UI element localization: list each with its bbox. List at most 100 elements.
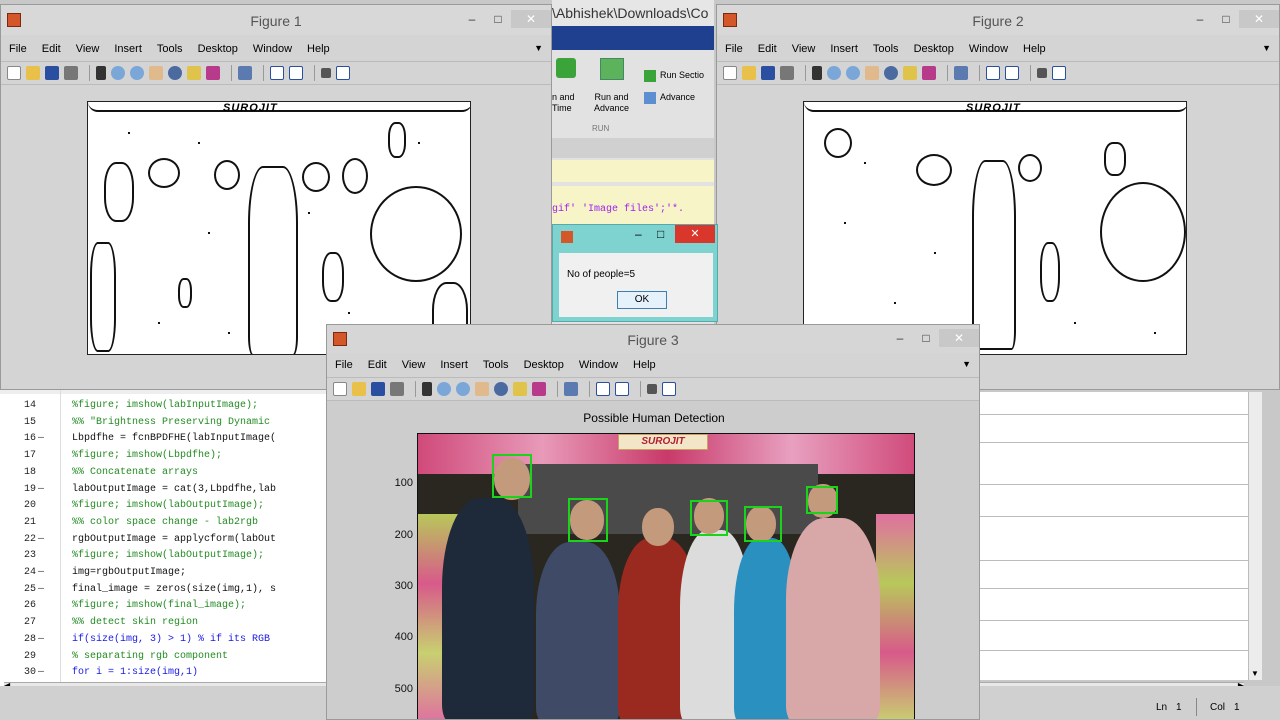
- legend-icon[interactable]: [289, 66, 303, 80]
- show-plot-tools-icon[interactable]: [662, 382, 676, 396]
- code-text[interactable]: Lbpdfhe = fcnBPDFHE(labInputImage(: [72, 433, 276, 444]
- legend-icon[interactable]: [615, 382, 629, 396]
- menu-window[interactable]: Window: [579, 355, 618, 375]
- menu-overflow-icon[interactable]: ▼: [962, 359, 971, 369]
- print-icon[interactable]: [64, 66, 78, 80]
- breakpoint-marker[interactable]: —: [38, 667, 44, 678]
- rotate-icon[interactable]: [494, 382, 508, 396]
- code-line[interactable]: 14 %figure; imshow(labInputImage);: [0, 400, 330, 417]
- close-button[interactable]: ✕: [511, 10, 551, 28]
- scroll-down-icon[interactable]: ▼: [1251, 669, 1259, 678]
- hide-plot-tools-icon[interactable]: [647, 384, 657, 394]
- code-line[interactable]: 27 %% detect skin region: [0, 617, 330, 634]
- menu-edit[interactable]: Edit: [42, 39, 61, 59]
- menu-tools[interactable]: Tools: [873, 39, 899, 59]
- code-text[interactable]: labOutputImage = cat(3,Lbpdfhe,lab: [72, 484, 276, 495]
- maximize-button[interactable]: □: [1213, 10, 1239, 28]
- open-icon[interactable]: [352, 382, 366, 396]
- menu-overflow-icon[interactable]: ▼: [534, 43, 543, 53]
- run-and-advance-label[interactable]: Run and Advance: [594, 92, 629, 114]
- menu-tools[interactable]: Tools: [483, 355, 509, 375]
- show-plot-tools-icon[interactable]: [1052, 66, 1066, 80]
- rotate-icon[interactable]: [168, 66, 182, 80]
- code-line[interactable]: 24— img=rgbOutputImage;: [0, 567, 330, 584]
- link-icon[interactable]: [564, 382, 578, 396]
- menu-view[interactable]: View: [402, 355, 426, 375]
- breakpoint-marker[interactable]: —: [38, 534, 44, 545]
- code-text[interactable]: %% detect skin region: [72, 617, 198, 628]
- colorbar-icon[interactable]: [596, 382, 610, 396]
- menu-edit[interactable]: Edit: [368, 355, 387, 375]
- menu-desktop[interactable]: Desktop: [524, 355, 564, 375]
- zoom-in-icon[interactable]: [827, 66, 841, 80]
- code-line[interactable]: 18 %% Concatenate arrays: [0, 467, 330, 484]
- open-icon[interactable]: [742, 66, 756, 80]
- editor-right-pane[interactable]: [980, 392, 1248, 680]
- code-line[interactable]: 21 %% color space change - lab2rgb: [0, 517, 330, 534]
- run-and-time-label[interactable]: n and Time: [552, 92, 575, 114]
- advance-icon[interactable]: [644, 92, 656, 104]
- save-icon[interactable]: [45, 66, 59, 80]
- zoom-out-icon[interactable]: [846, 66, 860, 80]
- code-text[interactable]: %% Concatenate arrays: [72, 467, 198, 478]
- figure-3-window[interactable]: Figure 3 – □ ✕ File Edit View Insert Too…: [326, 324, 980, 720]
- pan-icon[interactable]: [865, 66, 879, 80]
- code-line[interactable]: 26 %figure; imshow(final_image);: [0, 600, 330, 617]
- code-text[interactable]: img=rgbOutputImage;: [72, 567, 186, 578]
- code-text[interactable]: %% color space change - lab2rgb: [72, 517, 258, 528]
- minimize-button[interactable]: –: [1187, 10, 1213, 28]
- menu-view[interactable]: View: [792, 39, 816, 59]
- menu-insert[interactable]: Insert: [830, 39, 858, 59]
- ok-button[interactable]: OK: [617, 291, 667, 309]
- legend-icon[interactable]: [1005, 66, 1019, 80]
- colorbar-icon[interactable]: [986, 66, 1000, 80]
- menu-insert[interactable]: Insert: [440, 355, 468, 375]
- run-and-advance-icon[interactable]: [600, 58, 624, 80]
- pointer-icon[interactable]: [812, 66, 822, 80]
- hide-plot-tools-icon[interactable]: [321, 68, 331, 78]
- menu-overflow-icon[interactable]: ▼: [1262, 43, 1271, 53]
- save-icon[interactable]: [761, 66, 775, 80]
- code-line[interactable]: 16— Lbpdfhe = fcnBPDFHE(labInputImage(: [0, 433, 330, 450]
- save-icon[interactable]: [371, 382, 385, 396]
- minimize-button[interactable]: –: [887, 329, 913, 347]
- run-section-icon[interactable]: [644, 70, 656, 82]
- people-count-dialog[interactable]: – □ ✕ No of people=5 OK: [552, 224, 718, 322]
- breakpoint-marker[interactable]: —: [38, 634, 44, 645]
- code-text[interactable]: %figure; imshow(labOutputImage);: [72, 500, 264, 511]
- code-line[interactable]: 22— rgbOutputImage = applycform(labOut: [0, 534, 330, 551]
- run-section-label[interactable]: Run Sectio: [660, 70, 704, 80]
- vertical-scrollbar[interactable]: ▼: [1248, 392, 1262, 680]
- run-and-time-icon[interactable]: [556, 58, 576, 78]
- menu-help[interactable]: Help: [1023, 39, 1046, 59]
- data-cursor-icon[interactable]: [513, 382, 527, 396]
- code-text[interactable]: final_image = zeros(size(img,1), s: [72, 584, 276, 595]
- menu-help[interactable]: Help: [307, 39, 330, 59]
- new-figure-icon[interactable]: [7, 66, 21, 80]
- pan-icon[interactable]: [475, 382, 489, 396]
- pan-icon[interactable]: [149, 66, 163, 80]
- maximize-button[interactable]: □: [657, 227, 664, 241]
- zoom-out-icon[interactable]: [456, 382, 470, 396]
- code-text[interactable]: if(size(img, 3) > 1) % if its RGB: [72, 634, 270, 645]
- figure-1-titlebar[interactable]: Figure 1 – □ ✕: [1, 5, 551, 35]
- menu-desktop[interactable]: Desktop: [914, 39, 954, 59]
- breakpoint-marker[interactable]: —: [38, 567, 44, 578]
- zoom-out-icon[interactable]: [130, 66, 144, 80]
- data-cursor-icon[interactable]: [187, 66, 201, 80]
- figure-2-titlebar[interactable]: Figure 2 – □ ✕: [717, 5, 1279, 35]
- new-figure-icon[interactable]: [333, 382, 347, 396]
- code-line[interactable]: 17 %figure; imshow(Lbpdfhe);: [0, 450, 330, 467]
- brush-icon[interactable]: [206, 66, 220, 80]
- code-line[interactable]: 25— final_image = zeros(size(img,1), s: [0, 584, 330, 601]
- code-line[interactable]: 15 %% "Brightness Preserving Dynamic: [0, 417, 330, 434]
- breakpoint-marker[interactable]: —: [38, 433, 44, 444]
- code-text[interactable]: rgbOutputImage = applycform(labOut: [72, 534, 276, 545]
- code-text[interactable]: %figure; imshow(final_image);: [72, 600, 246, 611]
- menu-file[interactable]: File: [725, 39, 743, 59]
- code-line[interactable]: 28— if(size(img, 3) > 1) % if its RGB: [0, 634, 330, 651]
- zoom-in-icon[interactable]: [111, 66, 125, 80]
- minimize-button[interactable]: –: [635, 227, 642, 241]
- menu-window[interactable]: Window: [969, 39, 1008, 59]
- menu-file[interactable]: File: [9, 39, 27, 59]
